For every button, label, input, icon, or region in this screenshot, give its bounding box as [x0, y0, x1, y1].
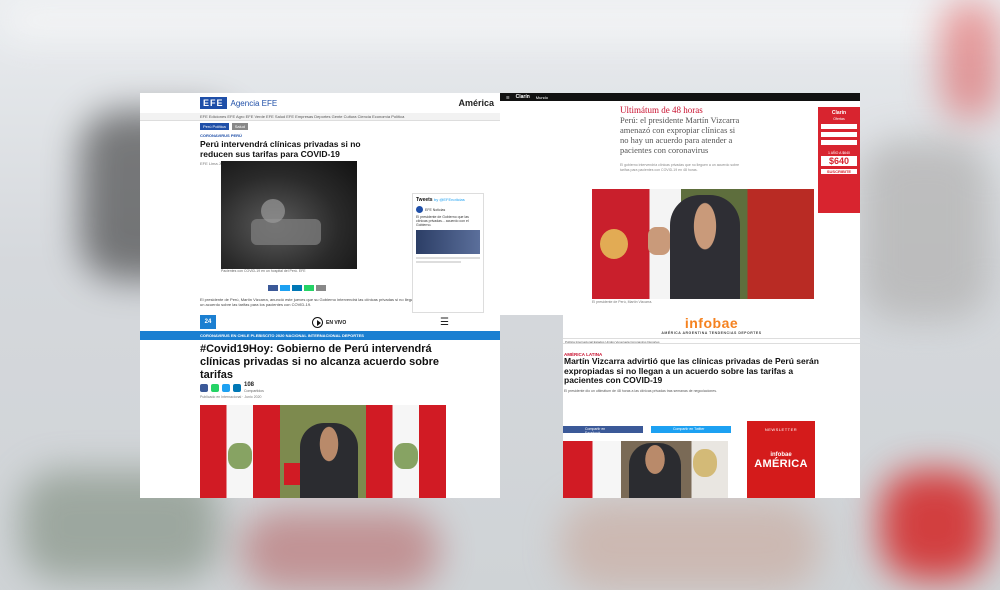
24horas-share-buttons: 108 Compartidos [200, 382, 264, 394]
infobae-region-tabs[interactable]: AMÉRICA ARGENTINA TENDENCIAS DEPORTES [563, 331, 860, 335]
24horas-nav-bar[interactable]: CORONAVIRUS EN CHILE PLEBISCITO 2020 NAC… [140, 331, 500, 340]
play-icon [312, 317, 323, 328]
infobae-newsletter-ad[interactable]: NEWSLETTER infobae AMÉRICA [747, 421, 815, 498]
whatsapp-icon[interactable] [211, 384, 219, 392]
ad-sub: Ofertas [833, 117, 845, 121]
efe-kicker: CORONAVIRUS PERÚ [200, 133, 242, 138]
linkedin-icon[interactable] [292, 285, 302, 291]
email-icon[interactable] [316, 285, 326, 291]
24horas-logo[interactable]: 24 [200, 315, 216, 329]
infobae-headline: Martín Vizcarra advirtió que las clínica… [564, 356, 819, 385]
efe-tags: Perú Política Salud [140, 121, 500, 132]
whatsapp-icon[interactable] [304, 285, 314, 291]
infobae-screenshot: infobae AMÉRICA ARGENTINA TENDENCIAS DEP… [563, 315, 860, 498]
efe-brand[interactable]: Agencia EFE [231, 99, 278, 108]
efe-article-body: El presidente de Perú, Martín Vizcarra, … [200, 297, 419, 307]
efe-nav-bar[interactable]: EFE Ediciones EFE Agro EFE Verde EFE Sal… [140, 113, 500, 121]
efe-logo[interactable]: EFE [200, 97, 227, 109]
efe-region-selector[interactable]: América [458, 98, 494, 108]
efe-tag[interactable]: Perú Política [200, 123, 229, 130]
clarin-screenshot: ☰ Clarín Mundo Ultimátum de 48 horas Per… [500, 93, 860, 315]
clarin-headline: Perú: el presidente Martín Vizcarra amen… [620, 115, 740, 155]
tweets-title: Tweets by @EFEnoticias [416, 197, 465, 203]
clarin-kicker: Ultimátum de 48 horas [620, 105, 703, 115]
shares-count: 108 Compartidos [244, 382, 264, 393]
menu-icon[interactable]: ☰ [506, 95, 510, 100]
24horas-vizcarra-photo [200, 405, 446, 498]
efe-headline: Perú intervendrá clínicas privadas si no… [200, 139, 361, 159]
live-button[interactable]: EN VIVO [312, 317, 346, 328]
efe-avatar [416, 206, 423, 213]
share-facebook-button[interactable]: Compartir en Facebook [563, 426, 643, 435]
newsletter-title: AMÉRICA [754, 458, 808, 470]
efe-screenshot: EFE Agencia EFE América EFE Ediciones EF… [140, 93, 500, 315]
efe-hospital-photo [221, 161, 357, 269]
infobae-vizcarra-photo [563, 441, 728, 498]
infobae-nav-bar[interactable]: Política Internacional Estados Unidos Ve… [563, 338, 860, 344]
efe-tag[interactable]: Salud [231, 123, 248, 130]
ad-brand: Clarín [831, 110, 847, 116]
clarin-section[interactable]: Mundo [536, 95, 548, 100]
efe-share-buttons [268, 285, 326, 291]
tweet-author[interactable]: EFE Noticias [425, 208, 445, 212]
facebook-icon[interactable] [200, 384, 208, 392]
efe-tweets-widget: Tweets by @EFEnoticias EFE Noticias El p… [412, 193, 484, 313]
24horas-headline: #Covid19Hoy: Gobierno de Perú intervendr… [200, 343, 440, 381]
clarin-top-bar: ☰ Clarín Mundo [500, 93, 860, 101]
efe-photo-caption: Pacientes con COVID-19 en un hospital de… [221, 269, 306, 273]
twitter-icon[interactable] [222, 384, 230, 392]
tweet-image[interactable] [416, 230, 480, 254]
menu-icon[interactable]: ☰ [440, 318, 449, 328]
facebook-icon[interactable] [268, 285, 278, 291]
infobae-logo[interactable]: infobae [563, 315, 860, 331]
share-twitter-button[interactable]: Compartir en Twitter [651, 426, 731, 433]
clarin-lead: El gobierno intervendría clínicas privad… [620, 163, 740, 172]
infobae-share-buttons: Compartir en Facebook Compartir en Twitt… [563, 426, 731, 435]
email-icon[interactable] [233, 384, 241, 392]
tweet-text: El presidente de Gobierno que las clínic… [416, 215, 469, 227]
24horas-dateline: Publicado en Internacional · Junio 2020 [200, 395, 262, 399]
ad-price: $640 [821, 156, 857, 166]
clarin-vizcarra-photo [592, 189, 814, 299]
clarin-subscription-ad[interactable]: Clarín Ofertas 1 AÑO A $640 $640 SUSCRIB… [818, 107, 860, 213]
subscribe-button[interactable]: SUSCRIBITE [821, 169, 857, 174]
newsletter-label: NEWSLETTER [764, 427, 798, 432]
efe-header: EFE Agencia EFE América [140, 93, 500, 113]
clarin-photo-caption: El presidente de Perú, Martín Vizcarra. [592, 300, 653, 304]
infobae-lead: El presidente dio un ultimátum de 48 hor… [564, 388, 717, 393]
24horas-screenshot: 24 EN VIVO ☰ CORONAVIRUS EN CHILE PLEBIS… [140, 315, 500, 498]
clarin-logo[interactable]: Clarín [516, 94, 530, 100]
twitter-icon[interactable] [280, 285, 290, 291]
24horas-header: 24 EN VIVO ☰ [140, 315, 500, 331]
ad-price-label: 1 AÑO A $640 [828, 151, 850, 155]
